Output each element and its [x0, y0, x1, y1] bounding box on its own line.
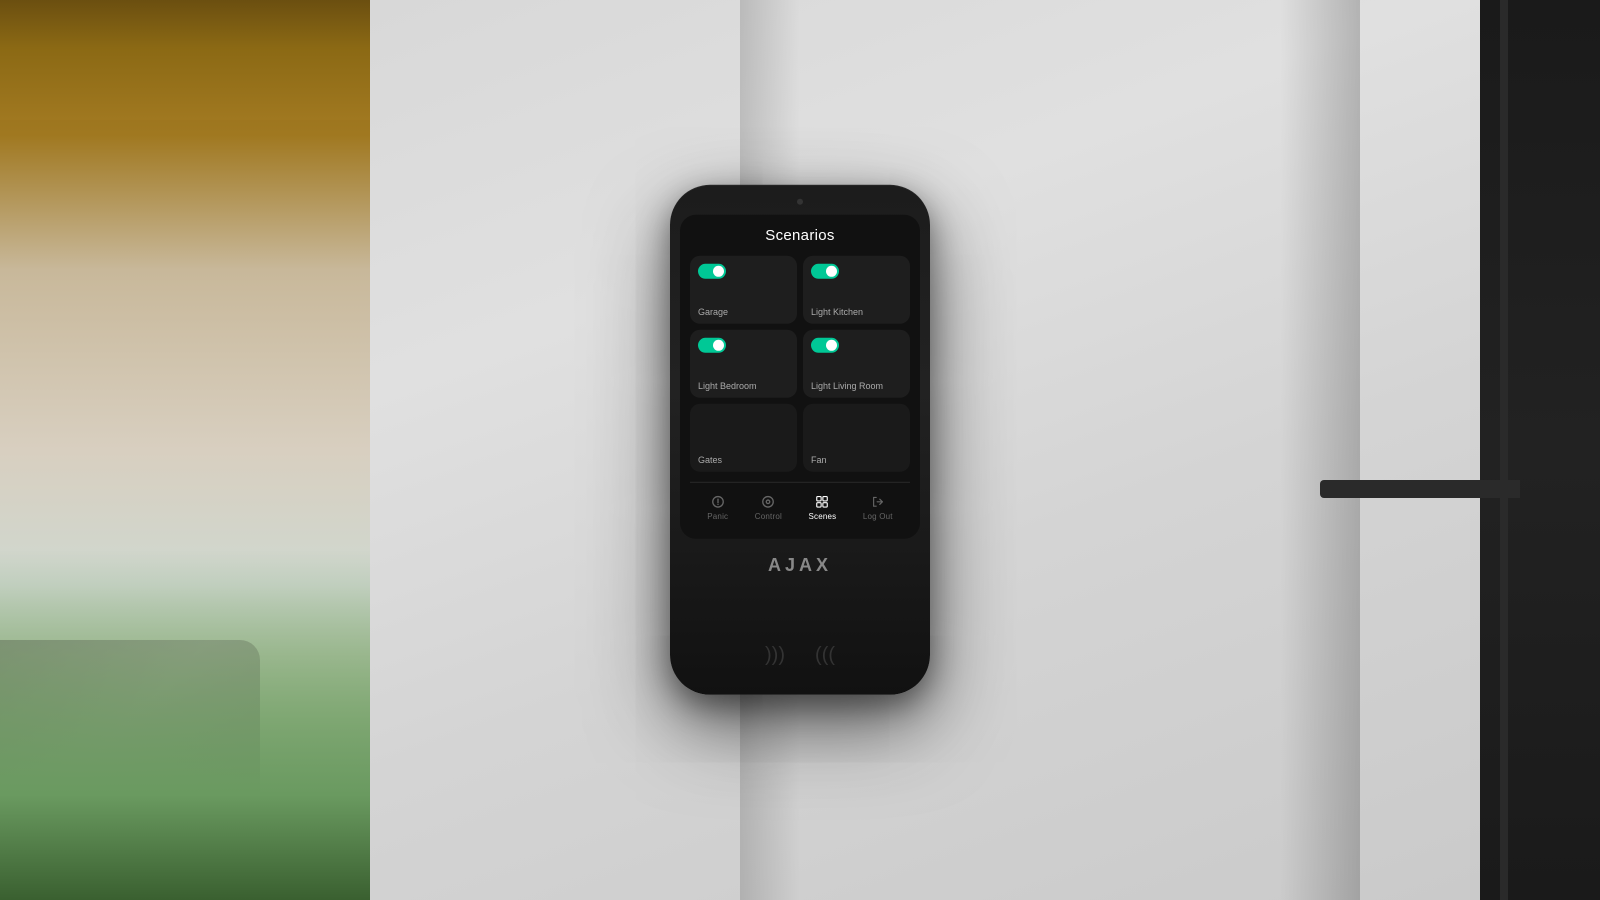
scenario-card-light-living-room[interactable]: Light Living Room: [803, 330, 910, 398]
scenario-label-light-bedroom: Light Bedroom: [698, 381, 789, 392]
scenario-label-garage: Garage: [698, 307, 789, 318]
toggle-knob-light-kitchen: [826, 266, 837, 277]
scenario-label-fan: Fan: [811, 455, 902, 466]
brand-logo: AJAX: [768, 555, 832, 576]
background-car: [0, 640, 260, 820]
background-right-panel: [1480, 0, 1600, 900]
toggle-knob-garage: [713, 266, 724, 277]
nav-label-panic: Panic: [707, 512, 728, 521]
scenario-card-light-bedroom[interactable]: Light Bedroom: [690, 330, 797, 398]
device-wrapper: Scenarios Garage Light Kitchen: [670, 185, 930, 695]
control-icon: [761, 495, 775, 509]
toggle-light-living-room[interactable]: [811, 338, 839, 353]
toggle-light-kitchen[interactable]: [811, 264, 839, 279]
nfc-symbol-left: ))): [765, 644, 785, 667]
nav-item-control[interactable]: Control: [747, 491, 790, 525]
nav-item-panic[interactable]: Panic: [699, 491, 736, 525]
scenario-card-light-kitchen[interactable]: Light Kitchen: [803, 256, 910, 324]
background-left-outdoor: [0, 0, 370, 900]
toggle-knob-light-bedroom: [713, 340, 724, 351]
device-brand-area: AJAX: [768, 547, 832, 695]
scenario-label-gates: Gates: [698, 455, 789, 466]
nav-label-logout: Log Out: [863, 512, 893, 521]
nav-item-logout[interactable]: Log Out: [855, 491, 901, 525]
scenario-card-gates[interactable]: Gates: [690, 404, 797, 472]
nav-item-scenes[interactable]: Scenes: [800, 491, 844, 525]
device-nfc-area: ))) ))): [765, 644, 835, 667]
nav-label-control: Control: [755, 512, 782, 521]
logout-icon: [871, 495, 885, 509]
scenario-label-light-kitchen: Light Kitchen: [811, 307, 902, 318]
toggle-knob-light-living-room: [826, 340, 837, 351]
scenario-card-garage[interactable]: Garage: [690, 256, 797, 324]
scenario-label-light-living-room: Light Living Room: [811, 381, 902, 392]
nfc-symbol-right: ))): [815, 644, 835, 667]
nav-label-scenes: Scenes: [808, 512, 836, 521]
device-screen: Scenarios Garage Light Kitchen: [680, 215, 920, 539]
scenario-card-fan[interactable]: Fan: [803, 404, 910, 472]
scenes-icon: [815, 495, 829, 509]
toggle-light-bedroom[interactable]: [698, 338, 726, 353]
door-handle-bar: [1320, 480, 1520, 498]
ajax-keypad-device: Scenarios Garage Light Kitchen: [670, 185, 930, 695]
toggle-garage[interactable]: [698, 264, 726, 279]
device-camera: [797, 199, 803, 205]
screen-title: Scenarios: [690, 227, 910, 244]
panic-icon: [711, 495, 725, 509]
device-nav: Panic Control: [690, 482, 910, 529]
scenarios-grid: Garage Light Kitchen Light Bedroom: [690, 256, 910, 472]
wall-shadow-right: [1280, 0, 1360, 900]
